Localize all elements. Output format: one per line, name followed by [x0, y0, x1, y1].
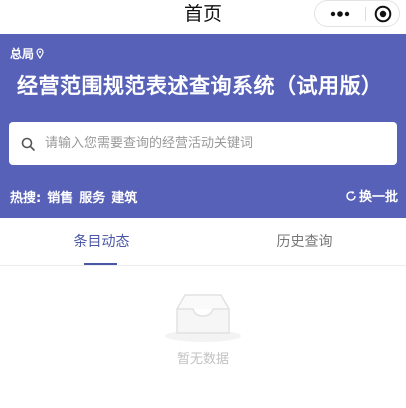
- location-selector[interactable]: 总局: [10, 45, 44, 62]
- header-banner: 总局 经营范围规范表述查询系统（试用版） 热搜: 销售 服务 建筑 换一批: [0, 34, 406, 218]
- location-label: 总局: [10, 47, 35, 61]
- system-title: 经营范围规范表述查询系统（试用版）: [17, 74, 383, 98]
- more-button[interactable]: [315, 1, 365, 26]
- refresh-button[interactable]: 换一批: [345, 186, 398, 205]
- search-box[interactable]: [9, 122, 397, 165]
- target-close-icon: [374, 5, 392, 22]
- hot-keyword-service[interactable]: 服务: [79, 187, 105, 206]
- hot-keyword-sales[interactable]: 销售: [47, 187, 73, 206]
- active-tab-indicator: [84, 263, 117, 265]
- more-dots-icon: [330, 10, 350, 17]
- hot-search: 热搜: 销售 服务 建筑: [10, 187, 137, 206]
- tab-bar: 条目动态 历史查询: [0, 218, 406, 266]
- navigation-bar: 首页: [0, 0, 406, 34]
- empty-state: 暂无数据: [0, 266, 406, 408]
- search-input[interactable]: [43, 135, 377, 152]
- search-icon: [21, 137, 35, 151]
- hot-search-label: 热搜:: [10, 191, 42, 206]
- tab-item-updates[interactable]: 条目动态: [0, 218, 203, 265]
- location-pin-icon: [36, 48, 44, 59]
- empty-state-text: 暂无数据: [176, 352, 229, 367]
- close-button[interactable]: [366, 1, 400, 26]
- tab-history-query[interactable]: 历史查询: [203, 218, 406, 265]
- hot-keyword-construction[interactable]: 建筑: [111, 187, 137, 206]
- menu-capsule: [314, 0, 400, 27]
- empty-inbox-icon: [165, 294, 241, 342]
- refresh-label: 换一批: [358, 190, 398, 205]
- refresh-icon: [346, 190, 356, 201]
